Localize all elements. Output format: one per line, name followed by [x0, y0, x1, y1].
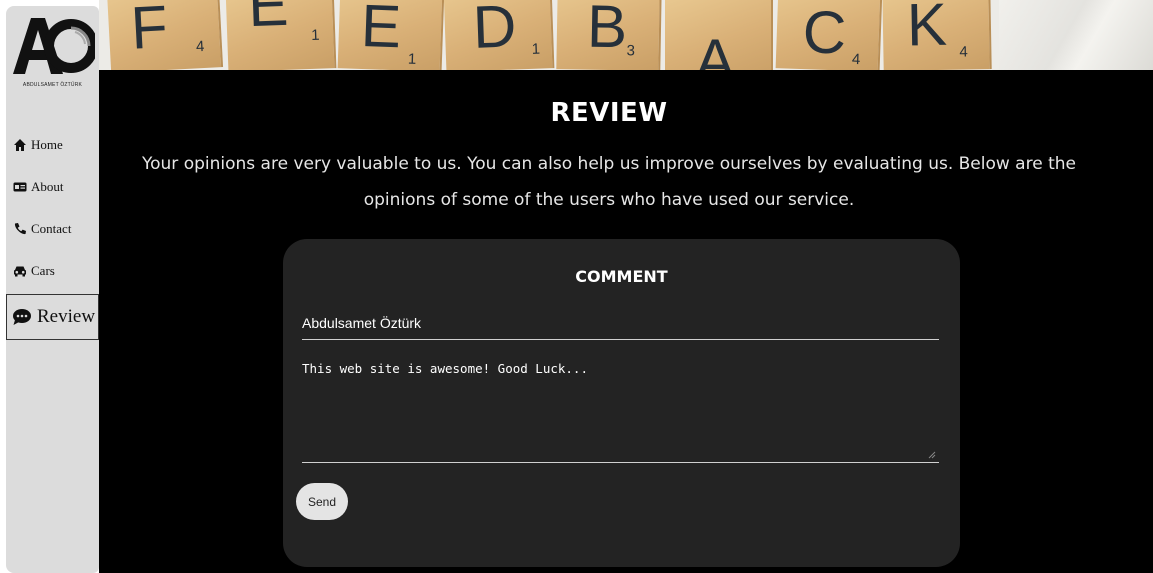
comment-icon — [12, 307, 32, 327]
letter-tile: C 4 — [775, 0, 883, 70]
letter-tile: K 4 — [882, 0, 992, 70]
letter-tile: B 3 — [556, 0, 662, 70]
comment-form-title: COMMENT — [575, 267, 668, 286]
sidebar-item-label: Home — [31, 137, 63, 152]
letter-tile: A — [665, 0, 773, 70]
sidebar-item-home[interactable]: Home — [6, 124, 99, 166]
car-icon — [13, 264, 27, 278]
name-input[interactable] — [302, 306, 939, 340]
resize-grip-icon[interactable] — [928, 451, 936, 459]
letter-tile: D 1 — [443, 0, 555, 70]
marble-background — [999, 0, 1153, 70]
sidebar: ABDULSAMET ÖZTÜRK Home About Contact Car… — [6, 6, 99, 573]
send-button[interactable]: Send — [296, 483, 348, 520]
spellcheck-underline — [516, 377, 546, 379]
sidebar-item-label: About — [31, 179, 64, 194]
sidebar-item-label: Cars — [31, 263, 55, 278]
logo-caption: ABDULSAMET ÖZTÜRK — [22, 82, 83, 88]
spellcheck-underline — [554, 377, 584, 379]
sidebar-item-contact[interactable]: Contact — [6, 208, 99, 250]
comment-card: COMMENT This web site is awesome! Good L… — [283, 239, 960, 567]
home-icon — [13, 138, 27, 152]
spellcheck-underline — [442, 377, 494, 379]
sidebar-item-cars[interactable]: Cars — [6, 250, 99, 292]
logo-mark-icon — [12, 18, 95, 74]
sidebar-item-about[interactable]: About — [6, 166, 99, 208]
letter-tile: E 1 — [337, 0, 445, 70]
sidebar-item-label: Review — [37, 306, 96, 327]
phone-icon — [13, 222, 27, 236]
sidebar-nav: Home About Contact Cars Review — [6, 124, 99, 340]
sidebar-item-label: Contact — [31, 221, 72, 236]
page: ABDULSAMET ÖZTÜRK Home About Contact Car… — [0, 0, 1153, 573]
id-card-icon — [13, 180, 27, 194]
banner-image: F 4 E 1 E 1 D 1 B 3 A C 4 K 4 — [99, 0, 1153, 70]
logo[interactable]: ABDULSAMET ÖZTÜRK — [6, 14, 99, 90]
intro-text: Your opinions are very valuable to us. Y… — [142, 154, 1076, 210]
letter-tile: F 4 — [106, 0, 224, 70]
spellcheck-underline — [302, 377, 332, 379]
sidebar-item-review[interactable]: Review — [6, 294, 99, 340]
letter-tile: E 1 — [225, 0, 337, 70]
page-title: REVIEW — [550, 98, 668, 128]
main-content: REVIEW Your opinions are very valuable t… — [99, 70, 1153, 573]
comment-textarea[interactable]: This web site is awesome! Good Luck... — [302, 361, 939, 463]
